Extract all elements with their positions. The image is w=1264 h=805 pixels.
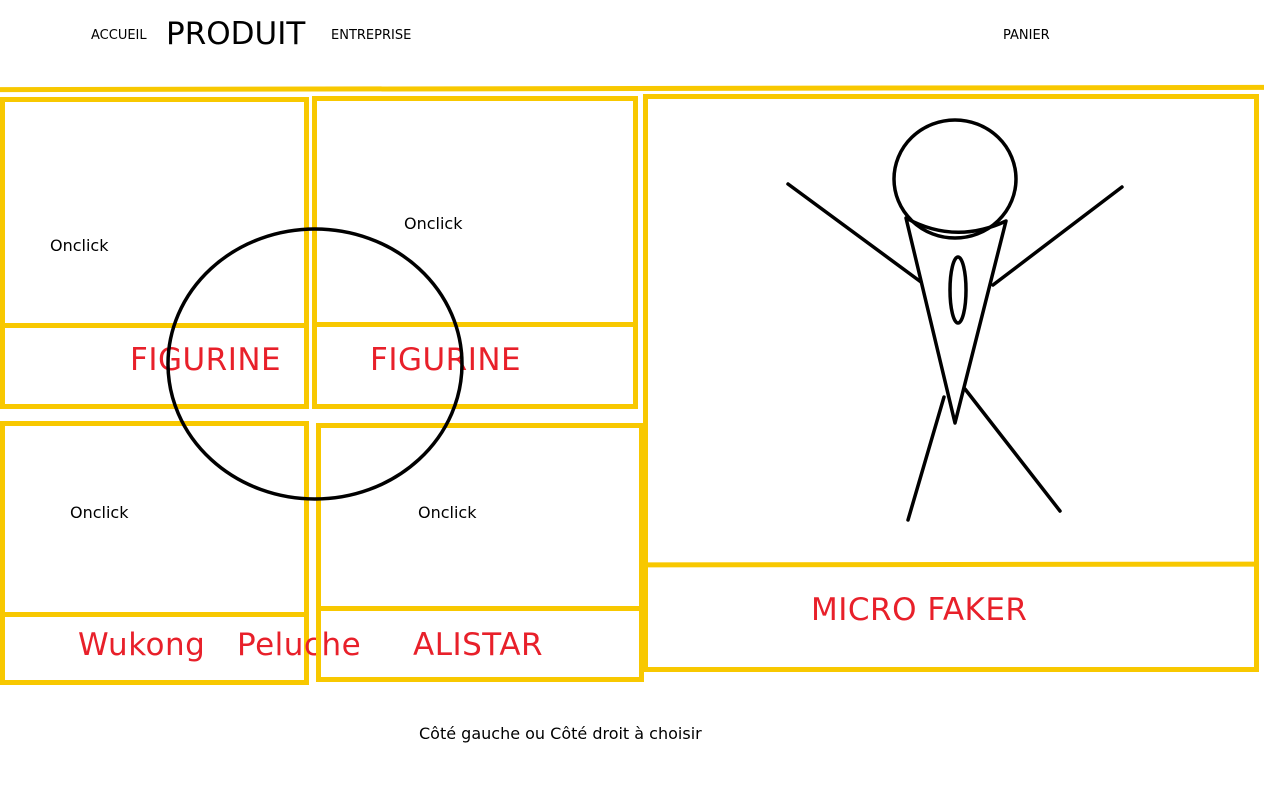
footer-note: Côté gauche ou Côté droit à choisir (419, 724, 702, 743)
nav-entreprise-link[interactable]: ENTREPRISE (331, 28, 411, 43)
nav-accueil-link[interactable]: ACCUEIL (91, 28, 147, 43)
nav-produit-link[interactable]: PRODUIT (166, 16, 305, 52)
card-2-onclick[interactable]: Onclick (404, 214, 462, 233)
card-1-label: FIGURINE (130, 342, 282, 378)
card-3-label: Wukong (78, 627, 206, 663)
card-4-onclick[interactable]: Onclick (418, 503, 476, 522)
card-4-label: ALISTAR (413, 627, 544, 663)
nav-panier-link[interactable]: PANIER (1003, 28, 1050, 43)
card-2-label: FIGURINE (370, 342, 522, 378)
card-3-onclick[interactable]: Onclick (70, 503, 128, 522)
feature-label: MICRO FAKER (811, 592, 1028, 628)
header-divider (0, 84, 1264, 93)
card-1-onclick[interactable]: Onclick (50, 236, 108, 255)
